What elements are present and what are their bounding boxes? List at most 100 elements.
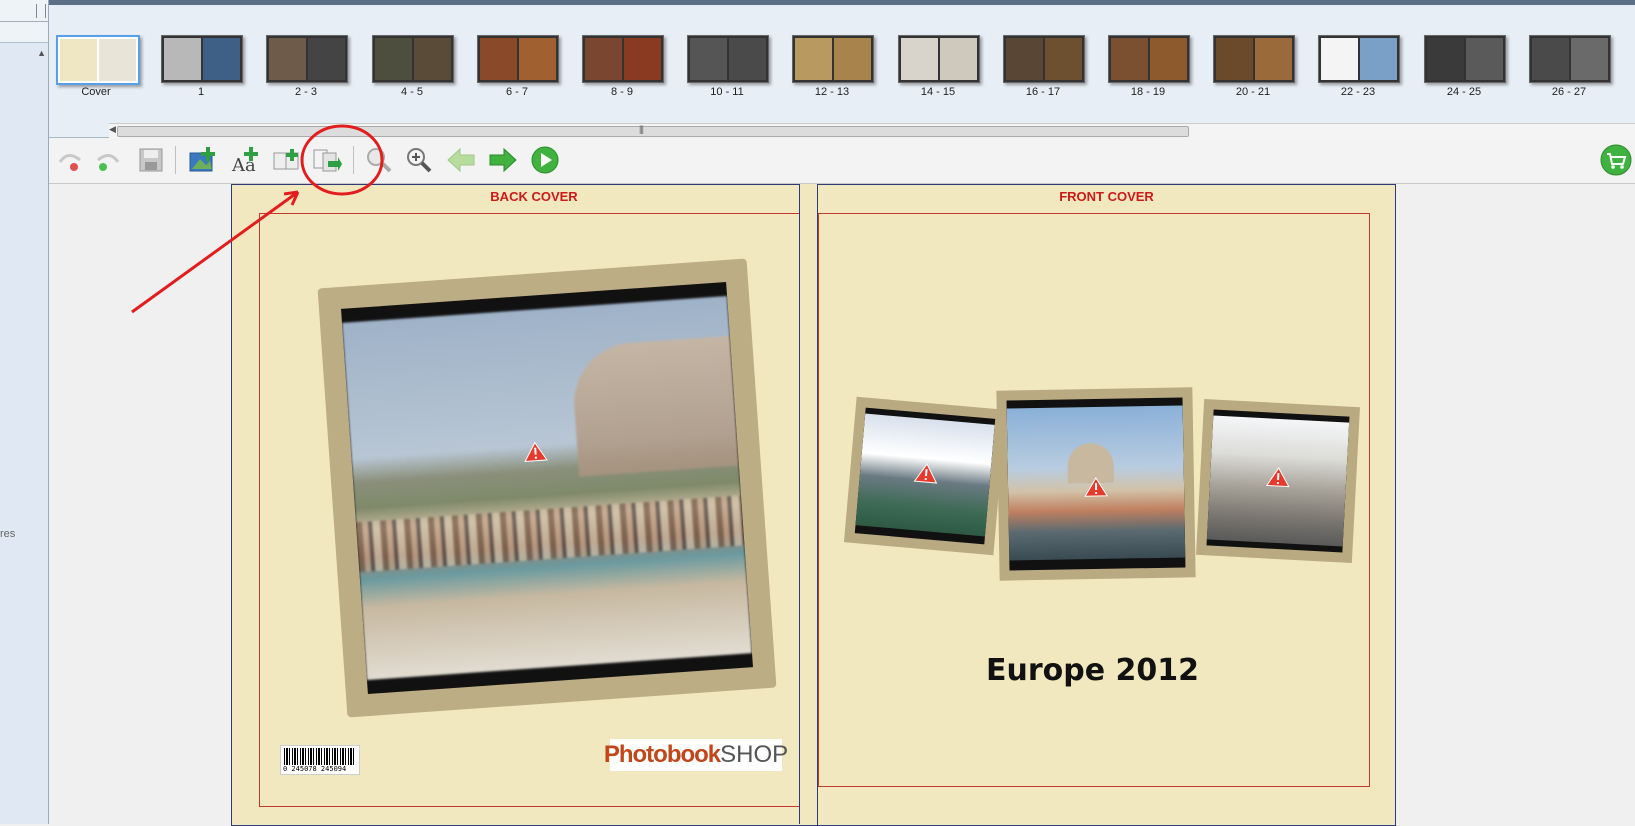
cover-caption[interactable]: Europe 2012	[986, 653, 1199, 688]
photobookshop-logo: Photobook SHOP	[604, 739, 788, 771]
page-thumbnail[interactable]	[1318, 35, 1400, 83]
thumbnail-label: 24 - 25	[1446, 86, 1482, 98]
front-cover-page[interactable]: FRONT COVER Europe 2012	[817, 184, 1396, 826]
page-thumbnail[interactable]	[792, 35, 874, 83]
scroll-up-icon[interactable]: ▲	[37, 48, 46, 58]
page-thumbnail[interactable]	[1424, 35, 1506, 83]
thumbnail-left-page	[60, 39, 97, 81]
thumbnail-right-page	[1150, 38, 1187, 80]
zoom-out-button[interactable]	[363, 144, 395, 176]
back-photo-frame[interactable]	[317, 258, 777, 718]
thumbnail-label: Cover	[81, 86, 111, 98]
thumbnail-label: 12 - 13	[814, 86, 850, 98]
page-thumbnail[interactable]	[582, 35, 664, 83]
arrow-left-icon	[447, 147, 475, 173]
left-panel: ▲ res	[0, 0, 49, 824]
thumbnail-scrollbar[interactable]: ◀ ||| ▶	[109, 123, 1635, 138]
page-thumbnail[interactable]	[56, 35, 140, 85]
beach-photo-image	[341, 295, 753, 681]
thumbnail-label: 18 - 19	[1130, 86, 1166, 98]
thumbnail-right-page	[1466, 38, 1503, 80]
page-thumbnail[interactable]	[372, 35, 454, 83]
page-thumbnail[interactable]	[477, 35, 559, 83]
thumbnail-label: 1	[197, 86, 205, 98]
thumbnail-label: 22 - 23	[1340, 86, 1376, 98]
arrow-right-icon	[489, 147, 517, 173]
page-thumbnail[interactable]	[266, 35, 348, 83]
page-thumbnail-strip: Cover 1 2 - 3 4 - 5 6 - 7 8 - 9 10 - 11 12 - 13…	[49, 0, 1635, 138]
zoom-in-icon	[407, 148, 432, 173]
front-photo-2-frame[interactable]	[996, 387, 1196, 581]
thumbnail-right-page	[414, 38, 451, 80]
warning-icon[interactable]	[1265, 466, 1291, 488]
thumbnail-left-page	[1111, 38, 1148, 80]
thumbnail-left-page	[375, 38, 412, 80]
undo-icon	[58, 154, 81, 171]
thumbnail-right-page	[1045, 38, 1082, 80]
page-thumbnail[interactable]	[161, 35, 243, 83]
thumbnail-label: 2 - 3	[294, 86, 317, 98]
toolbar-separator	[175, 146, 176, 174]
warning-icon[interactable]	[523, 441, 548, 463]
thumbnail-label: 20 - 21	[1235, 86, 1271, 98]
back-cover-title: BACK COVER	[490, 189, 578, 204]
swap-pages-button[interactable]	[311, 144, 343, 176]
thumbnail-left-page	[690, 38, 727, 80]
thumbnail-right-page	[624, 38, 661, 80]
strip-top-border	[49, 0, 1635, 5]
front-photo-3-frame[interactable]	[1196, 399, 1360, 563]
next-page-button[interactable]	[487, 144, 519, 176]
panel-grip-icon[interactable]	[36, 4, 46, 18]
front-cover-title: FRONT COVER	[1059, 189, 1154, 204]
preview-button[interactable]	[529, 144, 561, 176]
scrollbar-thumb[interactable]	[117, 126, 1189, 137]
beach-photo[interactable]	[341, 282, 753, 694]
thumbnail-right-page	[1571, 38, 1608, 80]
warning-icon[interactable]	[1084, 477, 1109, 497]
thumbnail-left-page	[901, 38, 938, 80]
thumbnail-right-page	[834, 38, 871, 80]
thumbnail-left-page	[164, 38, 201, 80]
thumbnail-label: 6 - 7	[505, 86, 528, 98]
thumbnail-left-page	[795, 38, 832, 80]
thumbnail-left-page	[1216, 38, 1253, 80]
page-thumbnail[interactable]	[1003, 35, 1085, 83]
thumbnail-label: 8 - 9	[610, 86, 633, 98]
thumbnail-left-page	[585, 38, 622, 80]
warning-icon[interactable]	[913, 462, 939, 484]
thumbnail-left-page	[480, 38, 517, 80]
barcode-bars	[284, 748, 356, 765]
thumbnail-right-page	[308, 38, 345, 80]
add-page-button[interactable]	[271, 144, 303, 176]
page-thumbnail[interactable]	[687, 35, 769, 83]
play-icon	[531, 146, 559, 174]
cart-button[interactable]	[1600, 144, 1632, 176]
logo-shop: SHOP	[720, 741, 789, 768]
thumbnail-left-page	[1532, 38, 1569, 80]
page-thumbnail[interactable]	[898, 35, 980, 83]
scroll-left-icon[interactable]: ◀	[109, 124, 116, 135]
save-button[interactable]	[135, 144, 167, 176]
barcode: 0 245078 245094	[280, 745, 360, 775]
add-photo-icon	[189, 147, 215, 172]
buildings-shape	[570, 335, 739, 477]
editor-workspace: BACK COVER 0 245078 245094 Photobook SHO…	[49, 184, 1635, 826]
thumbnail-left-page	[1427, 38, 1464, 80]
previous-page-button[interactable]	[445, 144, 477, 176]
back-cover-page[interactable]: BACK COVER 0 245078 245094 Photobook SHO…	[231, 184, 837, 826]
undo-button[interactable]	[53, 144, 85, 176]
front-photo-1-frame[interactable]	[843, 396, 1007, 556]
thumbnail-label: 26 - 27	[1551, 86, 1587, 98]
thumbnail-label: 10 - 11	[710, 86, 744, 98]
page-thumbnail[interactable]	[1213, 35, 1295, 83]
page-thumbnail[interactable]	[1108, 35, 1190, 83]
add-page-icon	[273, 149, 299, 170]
redo-button[interactable]	[93, 144, 125, 176]
page-thumbnail[interactable]	[1529, 35, 1611, 83]
barcode-number: 0 245078 245094	[283, 765, 347, 773]
add-photo-button[interactable]	[187, 144, 219, 176]
zoom-in-button[interactable]	[403, 144, 435, 176]
thumbnail-right-page	[729, 38, 766, 80]
add-text-button[interactable]: Aa	[229, 144, 261, 176]
thumbnail-left-page	[1006, 38, 1043, 80]
